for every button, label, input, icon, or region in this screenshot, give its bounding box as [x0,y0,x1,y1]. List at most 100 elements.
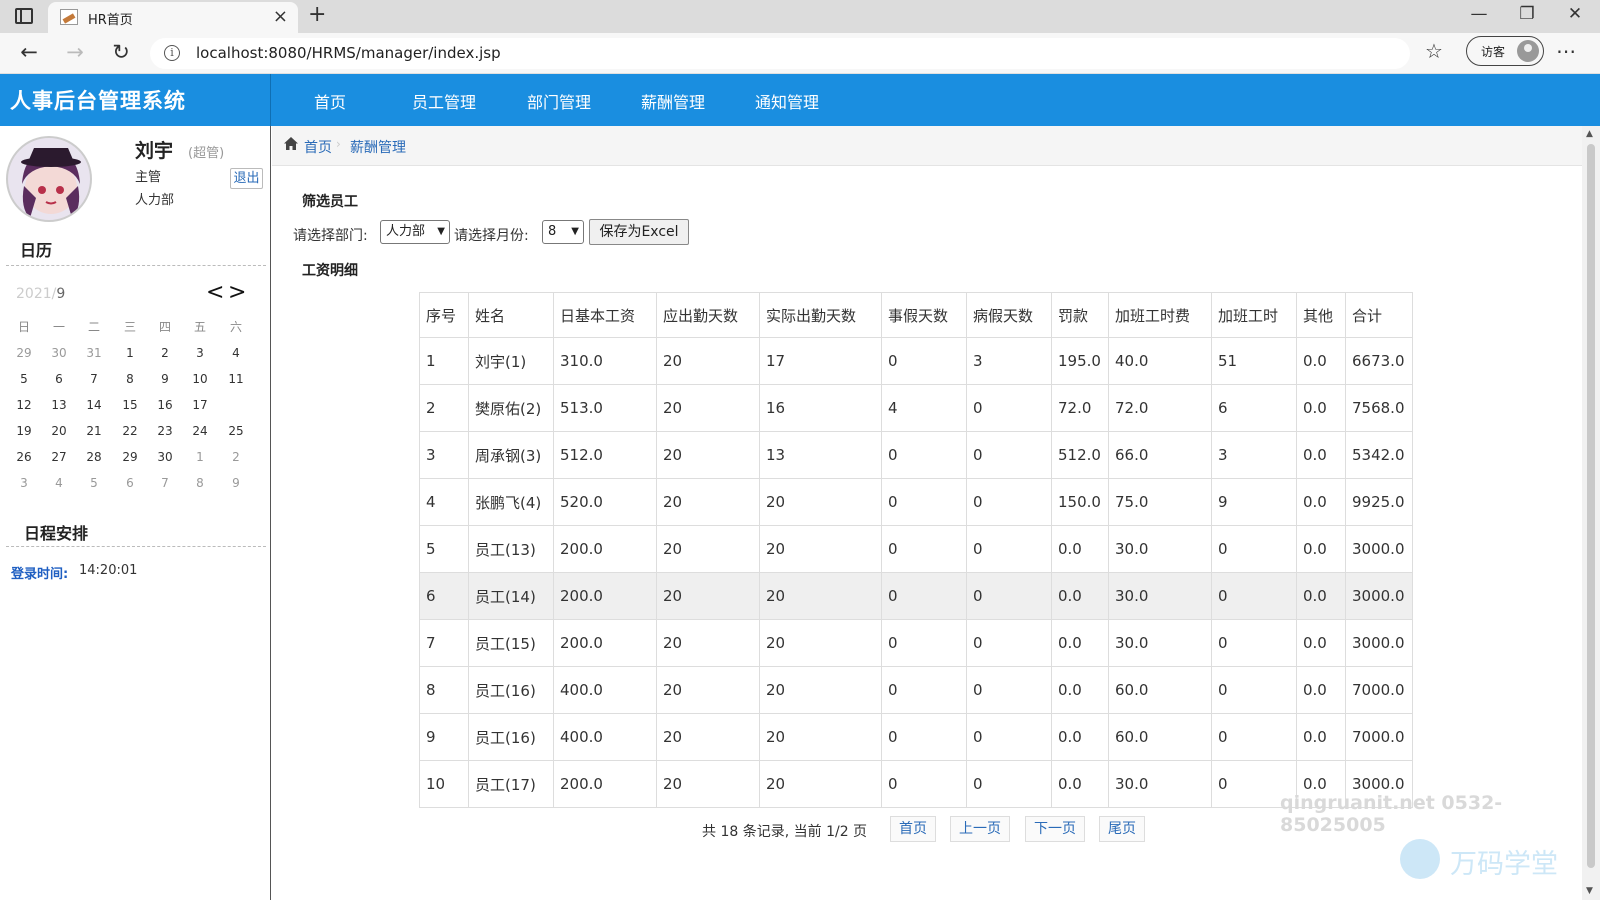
calendar-day[interactable]: 31 [76,340,112,366]
last-page-button[interactable]: 尾页 [1099,816,1145,842]
breadcrumb-home[interactable]: 首页 [304,137,332,157]
salary-detail-title: 工资明细 [302,263,358,279]
more-options-icon[interactable]: ⋯ [1556,39,1576,63]
first-page-button[interactable]: 首页 [890,816,936,842]
column-header: 加班工时费 [1108,292,1212,338]
calendar-day[interactable]: 27 [41,444,77,470]
close-tab-icon[interactable]: × [273,6,288,27]
reload-icon[interactable]: ↻ [106,40,136,64]
calendar-day[interactable]: 15 [112,392,148,418]
breadcrumb-salary[interactable]: 薪酬管理 [350,137,406,157]
table-row[interactable]: 7 员工(15) 200.0 20 20 0 0 0.0 30.0 0 0.0 3000.0 [419,619,1413,667]
calendar-day[interactable]: 25 [218,418,254,444]
calendar-day[interactable]: 20 [41,418,77,444]
minimize-icon[interactable]: — [1464,4,1494,24]
month-select[interactable]: 8 ▼ [542,220,584,244]
favorites-icon[interactable]: ☆ [1425,39,1443,63]
calendar-day[interactable]: 4 [41,470,77,496]
calendar-day[interactable]: 14 [76,392,112,418]
calendar-weekday: 二 [87,320,100,334]
next-page-button[interactable]: 下一页 [1025,816,1085,842]
calendar-day[interactable]: 4 [218,340,254,366]
table-row[interactable]: 2 樊原佑(2) 513.0 20 16 4 0 72.0 72.0 6 0.0 7568.0 [419,384,1413,432]
table-row[interactable]: 4 张鹏飞(4) 520.0 20 20 0 0 150.0 75.0 9 0.0 9925.0 [419,478,1413,526]
calendar-day[interactable]: 29 [112,444,148,470]
nav-employee[interactable]: 员工管理 [412,89,476,113]
calendar-day[interactable]: 12 [6,392,42,418]
restore-icon[interactable]: ❐ [1512,4,1542,24]
table-row[interactable]: 9 员工(16) 400.0 20 20 0 0 0.0 60.0 0 0.0 7000.0 [419,713,1413,761]
dept-select[interactable]: 人力部 ▼ [380,220,450,244]
calendar-day[interactable]: 23 [147,418,183,444]
table-row[interactable]: 8 员工(16) 400.0 20 20 0 0 0.0 60.0 0 0.0 7000.0 [419,666,1413,714]
calendar-day[interactable]: 22 [112,418,148,444]
calendar-day[interactable]: 2 [218,444,254,470]
calendar-day[interactable]: 2 [147,340,183,366]
calendar-day[interactable]: 3 [6,470,42,496]
calendar-day[interactable]: 8 [182,470,218,496]
calendar-prev-button[interactable]: < [206,280,224,305]
calendar-day[interactable]: 1 [182,444,218,470]
calendar-day[interactable]: 6 [112,470,148,496]
table-cell: 60.0 [1108,666,1212,714]
calendar-day[interactable]: 10 [182,366,218,392]
prev-page-button[interactable]: 上一页 [950,816,1010,842]
calendar-day[interactable]: 3 [182,340,218,366]
calendar-weekday: 日 [17,320,30,334]
calendar-day[interactable]: 7 [147,470,183,496]
scroll-down-icon[interactable]: ▼ [1586,886,1593,896]
calendar-day[interactable]: 5 [6,366,42,392]
scroll-thumb[interactable] [1587,144,1595,868]
calendar-day[interactable]: 9 [147,366,183,392]
nav-notice[interactable]: 通知管理 [755,89,819,113]
scroll-up-icon[interactable]: ▲ [1586,129,1593,139]
table-row[interactable]: 5 员工(13) 200.0 20 20 0 0 0.0 30.0 0 0.0 3000.0 [419,525,1413,573]
nav-department[interactable]: 部门管理 [527,89,591,113]
nav-salary[interactable]: 薪酬管理 [641,89,705,113]
calendar-day[interactable]: 5 [76,470,112,496]
calendar-day[interactable]: 26 [6,444,42,470]
table-row[interactable]: 6 员工(14) 200.0 20 20 0 0 0.0 30.0 0 0.0 3000.0 [419,572,1413,620]
forward-icon[interactable]: → [60,40,90,64]
calendar-day[interactable]: 17 [182,392,218,418]
table-row[interactable]: 1 刘宇(1) 310.0 20 17 0 3 195.0 40.0 51 0.0 6673.0 [419,337,1413,385]
address-bar-row: ← → ↻ i localhost:8080/HRMS/manager/inde… [0,33,1600,74]
table-cell: 20 [656,619,760,667]
browser-tab-bar: HR首页 × + — ❐ ✕ [0,0,1600,33]
calendar-day[interactable]: 18 [218,391,254,419]
table-row[interactable]: 3 周承钢(3) 512.0 20 13 0 0 512.0 66.0 3 0.0 5342.0 [419,431,1413,479]
calendar-day[interactable]: 29 [6,340,42,366]
calendar-day[interactable]: 19 [6,418,42,444]
calendar-day[interactable]: 21 [76,418,112,444]
table-cell: 20 [656,525,760,573]
calendar-day[interactable]: 30 [147,444,183,470]
table-cell: 0 [881,431,967,479]
calendar-day[interactable]: 1 [112,340,148,366]
divider [6,265,266,266]
site-info-icon[interactable]: i [164,45,180,61]
calendar-day[interactable]: 7 [76,366,112,392]
calendar-day[interactable]: 13 [41,392,77,418]
calendar-day[interactable]: 6 [41,366,77,392]
nav-home[interactable]: 首页 [314,89,346,113]
url-input[interactable]: i localhost:8080/HRMS/manager/index.jsp [150,38,1410,69]
table-row[interactable]: 10 员工(17) 200.0 20 20 0 0 0.0 30.0 0 0.0 3000.0 [419,760,1413,808]
calendar-day[interactable]: 30 [41,340,77,366]
export-excel-button[interactable]: 保存为Excel [589,219,689,245]
calendar-day[interactable]: 9 [218,470,254,496]
back-icon[interactable]: ← [14,40,44,64]
new-tab-icon[interactable]: + [308,2,326,27]
calendar-day[interactable]: 11 [218,366,254,392]
calendar-next-button[interactable]: > [228,280,246,305]
calendar-day[interactable]: 28 [76,444,112,470]
profile-button[interactable]: 访客 [1466,36,1544,66]
page-scrollbar[interactable]: ▲ ▼ [1582,126,1600,900]
table-cell: 0 [1211,525,1297,573]
browser-tab[interactable]: HR首页 × [48,2,298,33]
tab-actions-icon[interactable] [15,8,33,24]
calendar-day[interactable]: 16 [147,392,183,418]
calendar-day[interactable]: 24 [182,418,218,444]
calendar-day[interactable]: 8 [112,366,148,392]
logout-button[interactable]: 退出 [230,168,263,189]
close-window-icon[interactable]: ✕ [1560,4,1590,24]
